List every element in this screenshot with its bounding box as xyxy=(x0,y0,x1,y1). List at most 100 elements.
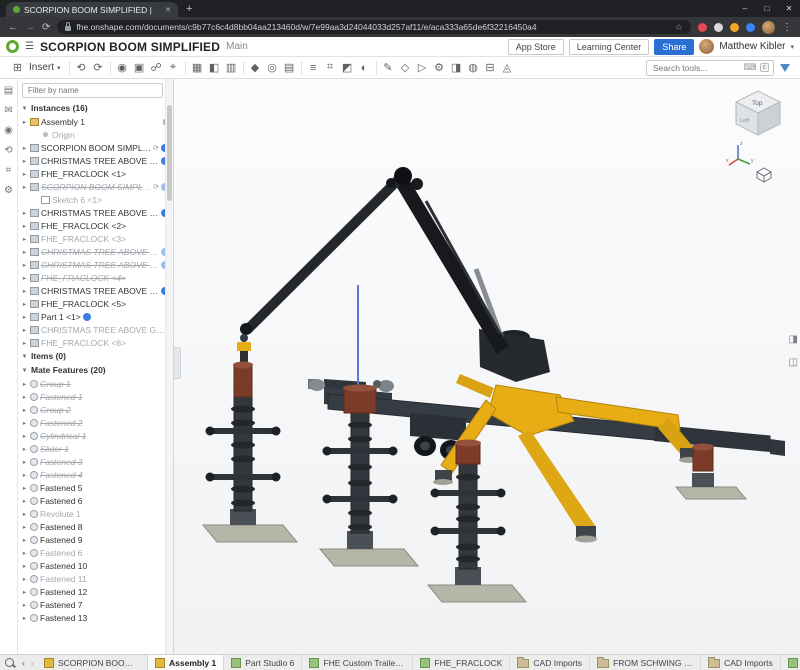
mate-row[interactable]: ▸Fastened 13 xyxy=(18,611,173,624)
mate-row[interactable]: ▸Fastened 1 xyxy=(18,390,173,403)
panel-scrollbar[interactable] xyxy=(165,79,173,654)
frac-stack-b-base-plate[interactable] xyxy=(320,549,418,566)
extension-icon[interactable] xyxy=(730,23,739,32)
mate-row[interactable]: ▸Fastened 8 xyxy=(18,520,173,533)
tree-row[interactable]: ▸FHE_FRACLOCK <2> xyxy=(18,219,173,232)
bottom-tab[interactable]: SCORPION BOOM SI... xyxy=(37,655,148,670)
search-tools-box[interactable]: ⌨ c xyxy=(646,60,774,76)
frac-stack-b-goat-head-cap[interactable] xyxy=(343,385,377,392)
mate-row[interactable]: ▸Group 1 xyxy=(18,377,173,390)
back-icon[interactable]: ← xyxy=(8,22,18,33)
chevron-right-icon[interactable]: ▸ xyxy=(21,287,28,295)
right-panel-toggle-icon[interactable]: ◨ xyxy=(789,334,798,345)
group-icon[interactable]: ▣ xyxy=(131,59,148,77)
outrigger-pad[interactable] xyxy=(575,536,597,543)
filter-tools-icon[interactable] xyxy=(780,64,790,72)
search-elements-icon[interactable] xyxy=(5,658,14,667)
close-icon[interactable]: ✕ xyxy=(778,0,800,17)
chevron-right-icon[interactable]: ▸ xyxy=(21,549,28,557)
display-states-icon[interactable]: ◨ xyxy=(448,59,465,77)
chevron-right-icon[interactable]: ▸ xyxy=(21,588,28,596)
app-store-button[interactable]: App Store xyxy=(508,39,564,55)
frac-stack-c-goat-head-cap[interactable] xyxy=(455,440,481,447)
boom-tip-swivel[interactable] xyxy=(240,323,252,335)
user-avatar[interactable] xyxy=(699,39,714,54)
sketch-icon[interactable]: ✎ xyxy=(380,59,397,77)
user-name[interactable]: Matthew Kibler xyxy=(719,41,785,52)
3d-viewport[interactable]: Top Left z x y ◨ ◫ xyxy=(174,79,800,654)
chevron-right-icon[interactable]: ▸ xyxy=(21,248,28,256)
mate-row[interactable]: ▸Fastened 6 xyxy=(18,494,173,507)
chevron-right-icon[interactable]: ▸ xyxy=(21,157,28,165)
chevron-right-icon[interactable]: ▸ xyxy=(21,183,28,191)
tree-row[interactable]: ▸FHE_FRACLOCK <4> xyxy=(18,271,173,284)
view-cube[interactable]: Top Left z x y xyxy=(726,85,790,169)
workspace-name[interactable]: Main xyxy=(226,41,248,52)
mate-row[interactable]: ▸Fastened 9 xyxy=(18,533,173,546)
bom-icon[interactable]: ≡ xyxy=(305,59,322,77)
wheel-hub[interactable] xyxy=(420,442,430,451)
tab-close-icon[interactable]: ✕ xyxy=(165,6,171,14)
tree-row[interactable]: ▸CHRISTMAS TREE ABOVE GROUND <4> xyxy=(18,258,173,271)
model-scene[interactable] xyxy=(174,79,798,654)
frac-stack-a-valve-wheel[interactable] xyxy=(206,473,215,482)
update-icon[interactable]: ⟳ xyxy=(153,183,159,191)
chevron-right-icon[interactable]: ▸ xyxy=(21,209,28,217)
tree-row[interactable]: ▸FHE_FRACLOCK <6> xyxy=(18,336,173,349)
frac-stack-a-side-arm[interactable] xyxy=(212,474,274,480)
redo-icon[interactable]: ⟳ xyxy=(90,59,107,77)
measure-icon[interactable]: ⌗ xyxy=(6,165,12,176)
tabs-scroll-left-icon[interactable]: ‹ xyxy=(19,658,28,668)
forward-icon[interactable]: → xyxy=(25,22,35,33)
extension-icon[interactable] xyxy=(698,23,707,32)
appearance-icon[interactable]: ◐ xyxy=(356,59,373,77)
mirror-icon[interactable]: ◧ xyxy=(206,59,223,77)
frac-stack-b-valve-wheel[interactable] xyxy=(323,495,332,504)
snapshot-icon[interactable]: ◎ xyxy=(264,59,281,77)
chevron-right-icon[interactable]: ▸ xyxy=(21,393,28,401)
scrollbar-thumb[interactable] xyxy=(167,105,172,201)
mate-row[interactable]: ▸Slider 1 xyxy=(18,442,173,455)
maximize-icon[interactable]: □ xyxy=(756,0,778,17)
chevron-down-icon[interactable]: ▾ xyxy=(21,366,28,374)
frac-stack-c-flange[interactable] xyxy=(456,544,480,551)
browser-menu-icon[interactable]: ⋮ xyxy=(782,22,792,33)
chevron-right-icon[interactable]: ▸ xyxy=(21,326,28,334)
main-menu-icon[interactable]: ☰ xyxy=(25,41,34,52)
frac-stack-b-flange[interactable] xyxy=(348,510,372,517)
chevron-right-icon[interactable]: ▸ xyxy=(21,523,28,531)
frac-stack-a-flange[interactable] xyxy=(231,442,255,449)
front-pump-cap[interactable] xyxy=(309,379,325,391)
frac-stack-c-valve-wheel[interactable] xyxy=(497,489,506,498)
frac-stack-c-flange[interactable] xyxy=(456,516,480,523)
mate-row[interactable]: ▸Cylindrical 1 xyxy=(18,429,173,442)
outrigger-pad[interactable] xyxy=(433,479,453,485)
boom-rear-arm[interactable] xyxy=(392,171,509,354)
chevron-right-icon[interactable]: ▸ xyxy=(21,575,28,583)
mate-icon[interactable]: ◉ xyxy=(114,59,131,77)
insert-button[interactable]: ⊞ Insert ▾ xyxy=(4,59,66,77)
new-tab-button[interactable]: + xyxy=(186,3,192,15)
analysis-icon[interactable]: ◬ xyxy=(499,59,516,77)
extension-icon[interactable] xyxy=(746,23,755,32)
boom-rear-edge[interactable] xyxy=(426,201,500,334)
follow-mode-icon[interactable]: ◉ xyxy=(4,125,13,136)
mate-row[interactable]: ▸Revolute 1 xyxy=(18,507,173,520)
outrigger-arm-upper[interactable] xyxy=(456,374,494,398)
bottom-panel-toggle-icon[interactable]: ◫ xyxy=(789,357,798,368)
frac-stack-c-flange[interactable] xyxy=(456,556,480,563)
tabs-scroll-right-icon[interactable]: › xyxy=(28,658,37,668)
chevron-right-icon[interactable]: ▸ xyxy=(21,222,28,230)
tree-row[interactable]: ▸Part 1 <1> xyxy=(18,310,173,323)
chevron-right-icon[interactable]: ▸ xyxy=(21,339,28,347)
transform-icon[interactable]: ◇ xyxy=(397,59,414,77)
mate-row[interactable]: ▸Fastened 10 xyxy=(18,559,173,572)
frac-stack-b-valve-wheel[interactable] xyxy=(323,447,332,456)
chevron-right-icon[interactable]: ▸ xyxy=(21,313,28,321)
model-tree-icon[interactable]: ▤ xyxy=(4,85,13,96)
instances-header[interactable]: ▾Instances (16) xyxy=(18,101,173,115)
chevron-right-icon[interactable]: ▸ xyxy=(21,510,28,518)
tree-row[interactable]: ▸CHRISTMAS TREE ABOVE GROUND <1> xyxy=(18,206,173,219)
chevron-right-icon[interactable]: ▸ xyxy=(21,458,28,466)
frac-stack-b-flange[interactable] xyxy=(348,464,372,471)
